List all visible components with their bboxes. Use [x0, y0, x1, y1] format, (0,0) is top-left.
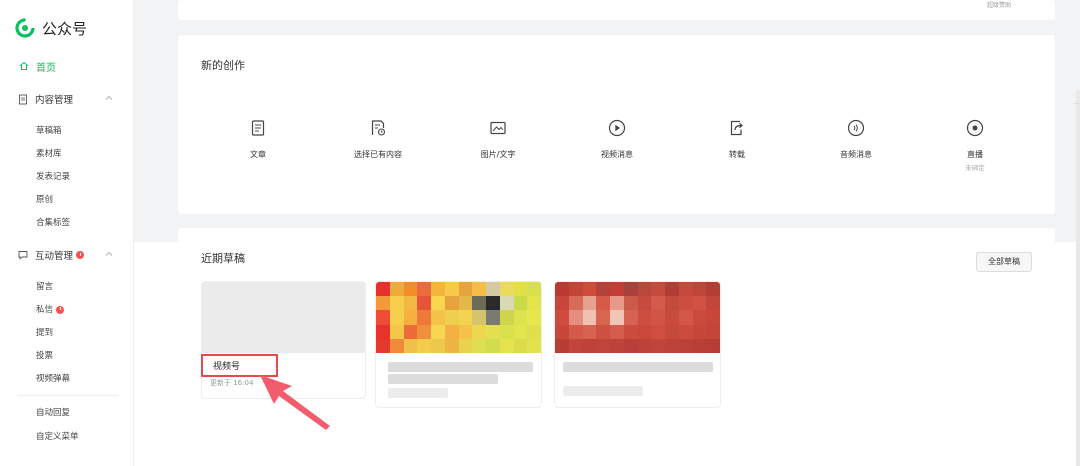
draft-title-blurred — [388, 374, 498, 384]
document-icon — [19, 94, 27, 104]
sidebar-item-publish-records[interactable]: 发表记录 — [36, 170, 70, 182]
create-repost-button[interactable]: 转载 — [687, 119, 787, 160]
draft-title[interactable]: 视频号 — [213, 359, 240, 372]
create-item-label: 音频消息 — [840, 150, 872, 159]
notification-badge — [76, 251, 85, 259]
sidebar-group-interaction[interactable]: 互动管理 — [0, 245, 134, 265]
sidebar: 公众号 首页 内容管理 草稿箱 素材库 发表记录 原创 合集标签 互动管理 留言… — [0, 0, 134, 466]
draft-title-blurred — [388, 362, 533, 372]
sidebar-divider — [18, 395, 118, 396]
create-video-button[interactable]: 视频消息 — [567, 119, 667, 160]
sidebar-group-label: 互动管理 — [35, 251, 74, 262]
sidebar-item-home[interactable]: 首页 — [0, 56, 134, 76]
sidebar-item-drafts[interactable]: 草稿箱 — [36, 124, 62, 136]
create-item-label: 视频消息 — [601, 150, 633, 159]
sidebar-item-collection-tags[interactable]: 合集标签 — [36, 216, 70, 228]
create-live-button[interactable]: 直播 未绑定 — [925, 119, 1025, 172]
sidebar-item-label: 私信 — [36, 305, 54, 315]
create-image-text-button[interactable]: 图片/文字 — [448, 119, 548, 160]
draft-title-blurred — [563, 362, 713, 372]
sidebar-item-messages[interactable]: 私信 — [36, 303, 65, 315]
sidebar-group-label: 内容管理 — [35, 95, 74, 106]
sidebar-item-original[interactable]: 原创 — [36, 193, 53, 205]
sidebar-group-content[interactable]: 内容管理 — [0, 89, 134, 109]
all-drafts-button[interactable]: 全部草稿 — [976, 252, 1032, 272]
draft-time-blurred — [563, 386, 643, 396]
app-title: 公众号 — [42, 19, 88, 38]
sidebar-item-mentions[interactable]: 提到 — [36, 326, 53, 338]
create-article-button[interactable]: 文章 — [208, 119, 308, 160]
article-icon — [251, 120, 265, 136]
draft-updated-time: 更新于 16:04 — [210, 379, 254, 387]
draft-card-blurred[interactable] — [554, 281, 721, 408]
create-audio-button[interactable]: 音频消息 — [806, 119, 906, 160]
create-item-label: 直播 — [967, 150, 983, 159]
wechat-logo-icon — [15, 18, 35, 38]
create-item-label: 图片/文字 — [480, 150, 516, 159]
live-icon — [966, 119, 984, 137]
top-card: 超级赞助 — [178, 0, 1055, 20]
sidebar-item-materials[interactable]: 素材库 — [36, 147, 62, 159]
app-logo[interactable]: 公众号 — [14, 17, 87, 39]
scrollbar-track[interactable] — [1076, 90, 1080, 466]
annotation-arrow-icon — [260, 375, 330, 430]
sidebar-item-auto-reply[interactable]: 自动回复 — [36, 406, 70, 418]
draft-thumbnail — [202, 282, 365, 353]
draft-card-blurred[interactable] — [375, 281, 542, 408]
repost-icon — [730, 120, 743, 136]
top-card-text[interactable]: 超级赞助 — [987, 0, 1011, 9]
sidebar-item-votes[interactable]: 投票 — [36, 349, 53, 361]
video-play-icon — [608, 119, 626, 137]
section-title-recent-drafts: 近期草稿 — [201, 252, 245, 265]
home-icon — [19, 61, 29, 70]
section-title-new-creation: 新的创作 — [201, 59, 245, 72]
draft-thumbnail-pixelated — [376, 282, 541, 353]
sidebar-item-label: 首页 — [36, 62, 56, 74]
draft-thumbnail-pixelated — [555, 282, 720, 353]
create-existing-content-button[interactable]: 选择已有内容 — [328, 119, 428, 160]
existing-content-icon — [371, 120, 386, 136]
image-text-icon — [490, 121, 506, 135]
chevron-up-icon[interactable] — [104, 93, 114, 103]
create-item-label: 选择已有内容 — [354, 150, 402, 159]
chevron-up-icon[interactable] — [104, 249, 114, 259]
sidebar-item-comments[interactable]: 留言 — [36, 280, 53, 292]
sidebar-item-danmaku[interactable]: 视频弹幕 — [36, 372, 70, 384]
scrollbar-tick — [1074, 103, 1080, 104]
new-creation-card: 新的创作 文章 选择已有内容 图片/文字 视频消息 转载 音频消息 直播 未绑定 — [178, 35, 1055, 214]
create-item-label: 文章 — [250, 150, 266, 159]
chat-bubble-icon — [18, 251, 28, 260]
audio-icon — [847, 119, 865, 137]
create-item-label: 转载 — [729, 150, 745, 159]
sidebar-item-custom-menu[interactable]: 自定义菜单 — [36, 430, 79, 442]
draft-time-blurred — [388, 388, 448, 398]
live-status-label: 未绑定 — [965, 164, 985, 172]
notification-badge — [56, 305, 65, 314]
